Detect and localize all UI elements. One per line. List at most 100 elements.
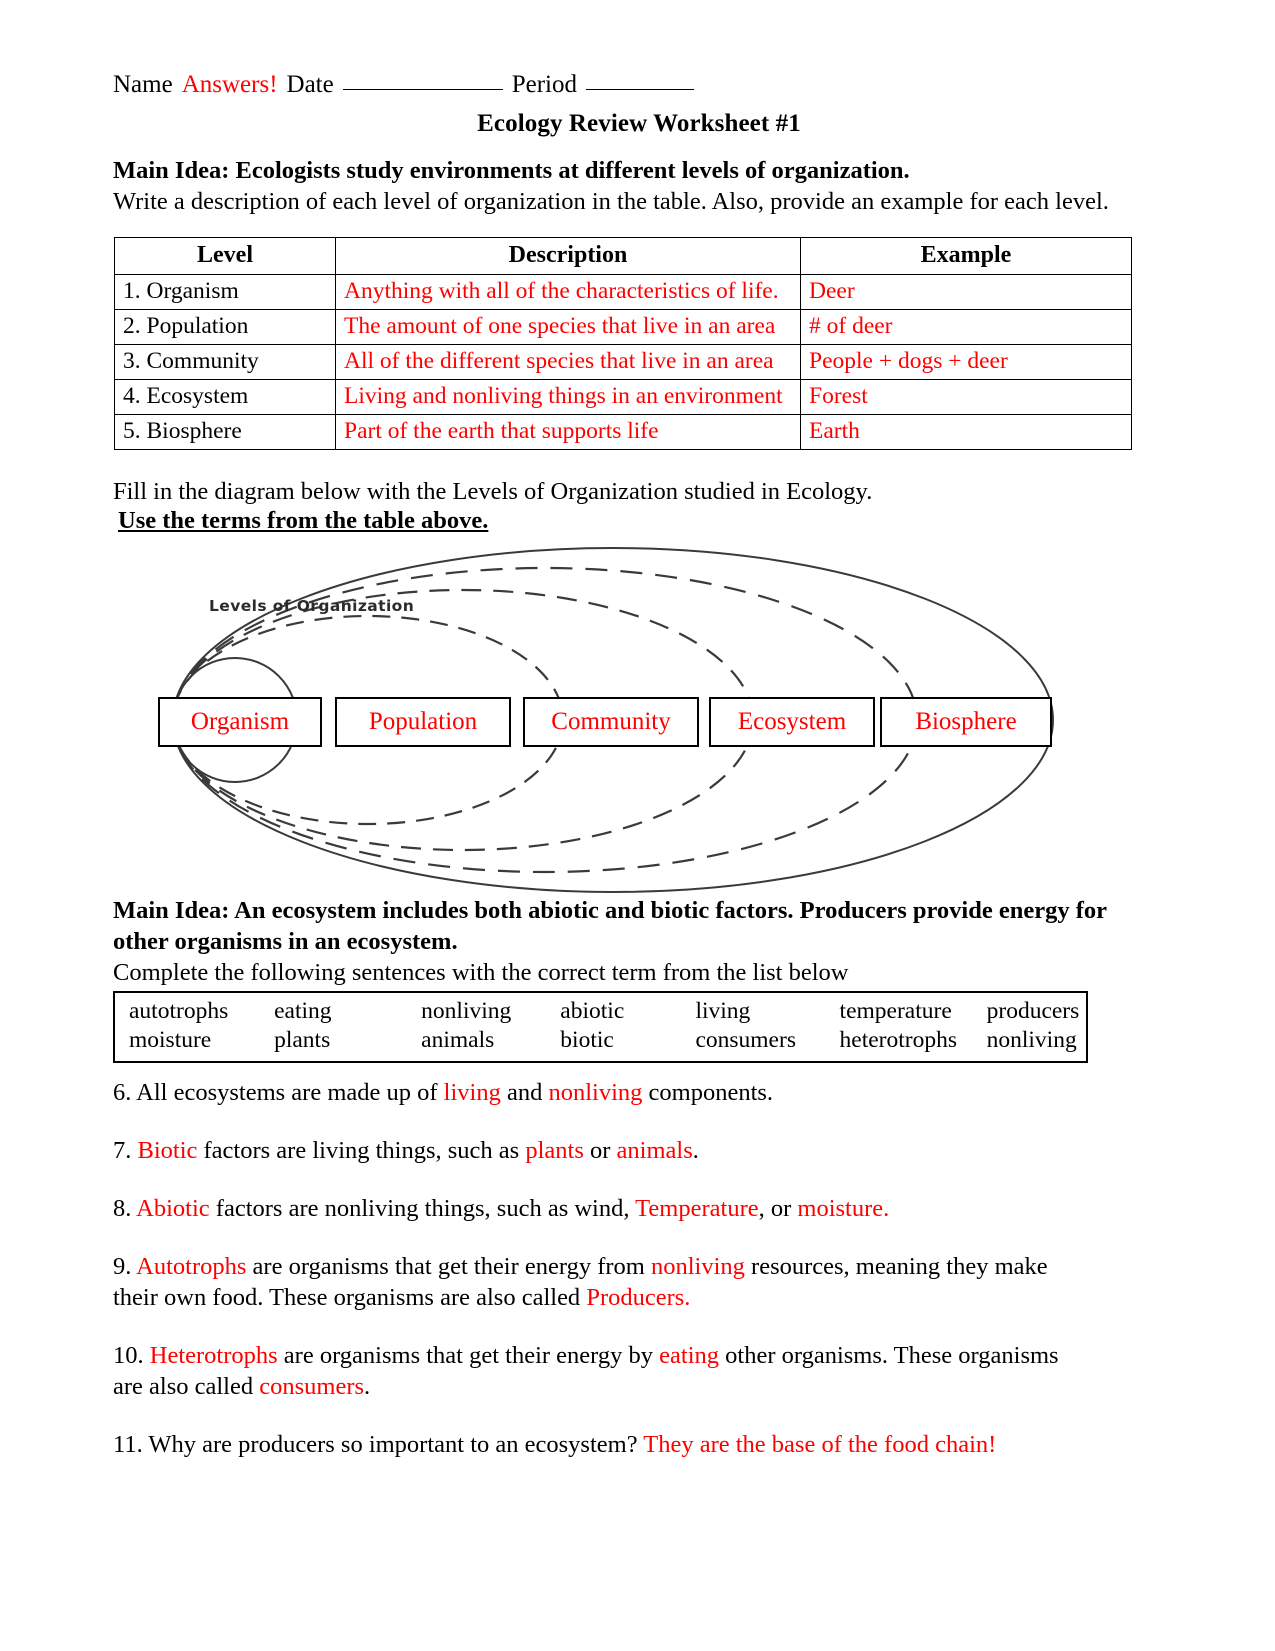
word-bank-term: plants xyxy=(274,1027,331,1053)
column-header-description: Description xyxy=(335,237,801,275)
question-number: 8. xyxy=(113,1195,132,1222)
question-number: 10. xyxy=(113,1342,144,1369)
main-idea-2: Main Idea: An ecosystem includes both ab… xyxy=(113,897,1107,955)
column-header-example: Example xyxy=(800,237,1132,275)
level-box-group: Organism Population Community Ecosystem … xyxy=(113,545,1093,895)
cell-level: 2. Population xyxy=(114,309,336,345)
word-bank-term: moisture xyxy=(129,1027,212,1053)
cell-description[interactable]: Living and nonliving things in an enviro… xyxy=(335,379,801,415)
column-header-level: Level xyxy=(114,237,336,275)
cell-description[interactable]: Anything with all of the characteristics… xyxy=(335,274,801,310)
word-bank-term: nonliving xyxy=(986,1027,1077,1053)
cell-example[interactable]: # of deer xyxy=(800,309,1132,345)
cell-example[interactable]: Earth xyxy=(800,414,1132,450)
question-number: 9. xyxy=(113,1253,132,1280)
diagram-box-ecosystem[interactable]: Ecosystem xyxy=(709,697,875,747)
cell-description[interactable]: The amount of one species that live in a… xyxy=(335,309,801,345)
date-label: Date xyxy=(286,71,334,98)
word-bank-term: producers xyxy=(986,998,1080,1024)
word-bank-term: heterotrophs xyxy=(839,1027,958,1053)
levels-of-organization-diagram: Organism Population Community Ecosystem … xyxy=(113,545,1093,895)
diagram-box-population[interactable]: Population xyxy=(335,697,511,747)
cell-level: 5. Biosphere xyxy=(114,414,336,450)
answer-text[interactable]: plants xyxy=(525,1137,584,1164)
table-row: 5. Biosphere Part of the earth that suppo… xyxy=(114,414,1132,450)
question-text: factors are living things, such as xyxy=(197,1137,526,1164)
page-title: Ecology Review Worksheet #1 xyxy=(477,110,801,137)
question-text: . xyxy=(364,1373,371,1400)
question-item: 8. Abiotic factors are nonliving things,… xyxy=(113,1193,1088,1224)
period-blank[interactable] xyxy=(586,89,695,90)
answer-text[interactable]: animals xyxy=(617,1137,693,1164)
question-text: , or xyxy=(758,1195,798,1222)
cell-example[interactable]: Forest xyxy=(800,379,1132,415)
word-bank-term: nonliving xyxy=(421,998,512,1024)
question-number: 7. xyxy=(113,1137,132,1164)
question-item: 11. Why are producers so important to an… xyxy=(113,1429,1088,1460)
word-bank-row-2: moisture plants animals biotic consumers… xyxy=(115,1026,1086,1055)
answer-text[interactable]: Heterotrophs xyxy=(150,1342,278,1369)
question-text: . xyxy=(692,1137,699,1164)
table-header-row: Level Description Example xyxy=(114,237,1132,275)
diagram-box-biosphere[interactable]: Biosphere xyxy=(880,697,1052,747)
cell-level: 3. Community xyxy=(114,344,336,380)
answer-text[interactable]: eating xyxy=(659,1342,719,1369)
answer-text[interactable]: Producers. xyxy=(586,1284,690,1311)
main-idea-1: Main Idea: Ecologists study environments… xyxy=(113,157,910,184)
word-bank-term: abiotic xyxy=(560,998,625,1024)
answer-text[interactable]: living xyxy=(444,1079,501,1106)
word-bank-term: living xyxy=(695,998,751,1024)
diagram-box-community[interactable]: Community xyxy=(523,697,699,747)
answer-text[interactable]: Autotrophs xyxy=(136,1253,246,1280)
questions-list: 6. All ecosystems are made up of living … xyxy=(113,1077,1165,1460)
cell-example[interactable]: Deer xyxy=(800,274,1132,310)
name-value: Answers! xyxy=(181,71,278,98)
diagram-box-organism[interactable]: Organism xyxy=(158,697,322,747)
table-row: 1. Organism Anything with all of the char… xyxy=(114,274,1132,310)
period-label: Period xyxy=(511,71,578,98)
worksheet-page: Name Answers! Date Period Ecology Review Wo… xyxy=(0,0,1275,1651)
question-number: 6. xyxy=(113,1079,132,1106)
date-blank[interactable] xyxy=(342,89,503,90)
question-text: All ecosystems are made up of xyxy=(131,1079,444,1106)
name-label: Name xyxy=(113,71,173,98)
answer-text[interactable]: Abiotic xyxy=(136,1195,210,1222)
question-number: 11. xyxy=(113,1431,143,1458)
word-bank: autotrophs eating nonliving abiotic livi… xyxy=(113,991,1088,1063)
answer-text[interactable]: Temperature xyxy=(635,1195,758,1222)
question-text: or xyxy=(583,1137,617,1164)
question-text: components. xyxy=(642,1079,774,1106)
answer-text[interactable]: nonliving xyxy=(651,1253,745,1280)
table-row: 4. Ecosystem Living and nonliving things … xyxy=(114,379,1132,415)
diagram-caption-label: Levels of Organization xyxy=(209,597,415,615)
word-bank-term: eating xyxy=(274,998,332,1024)
diagram-emphasis: Use the terms from the table above. xyxy=(118,507,489,534)
levels-table: Level Description Example 1. Organism Any… xyxy=(114,237,1132,450)
word-bank-term: consumers xyxy=(695,1027,796,1053)
table-row: 3. Community All of the different species… xyxy=(114,344,1132,380)
word-bank-term: biotic xyxy=(560,1027,614,1053)
answer-text[interactable]: consumers xyxy=(259,1373,364,1400)
question-item: 6. All ecosystems are made up of living … xyxy=(113,1077,1088,1108)
cell-level: 1. Organism xyxy=(114,274,336,310)
cell-example[interactable]: People + dogs + deer xyxy=(800,344,1132,380)
table-row: 2. Population The amount of one species t… xyxy=(114,309,1132,345)
question-text: are organisms that get their energy from xyxy=(246,1253,651,1280)
word-bank-term: autotrophs xyxy=(129,998,229,1024)
diagram-instruction: Fill in the diagram below with the Level… xyxy=(113,478,873,505)
answer-text[interactable]: nonliving xyxy=(548,1079,642,1106)
instruction-2: Complete the following sentences with th… xyxy=(113,959,849,986)
answer-text[interactable]: moisture. xyxy=(797,1195,889,1222)
answer-text[interactable]: Biotic xyxy=(138,1137,198,1164)
word-bank-row-1: autotrophs eating nonliving abiotic livi… xyxy=(115,997,1086,1026)
word-bank-term: temperature xyxy=(839,998,952,1024)
cell-level: 4. Ecosystem xyxy=(114,379,336,415)
cell-description[interactable]: All of the different species that live i… xyxy=(335,344,801,380)
question-text: are organisms that get their energy by xyxy=(277,1342,660,1369)
question-item: 7. Biotic factors are living things, suc… xyxy=(113,1135,1088,1166)
answer-text[interactable]: They are the base of the food chain! xyxy=(643,1431,996,1458)
question-text: factors are nonliving things, such as wi… xyxy=(209,1195,636,1222)
question-item: 9. Autotrophs are organisms that get the… xyxy=(113,1251,1088,1313)
cell-description[interactable]: Part of the earth that supports life xyxy=(335,414,801,450)
student-info-line: Name Answers! Date Period xyxy=(113,70,1165,100)
